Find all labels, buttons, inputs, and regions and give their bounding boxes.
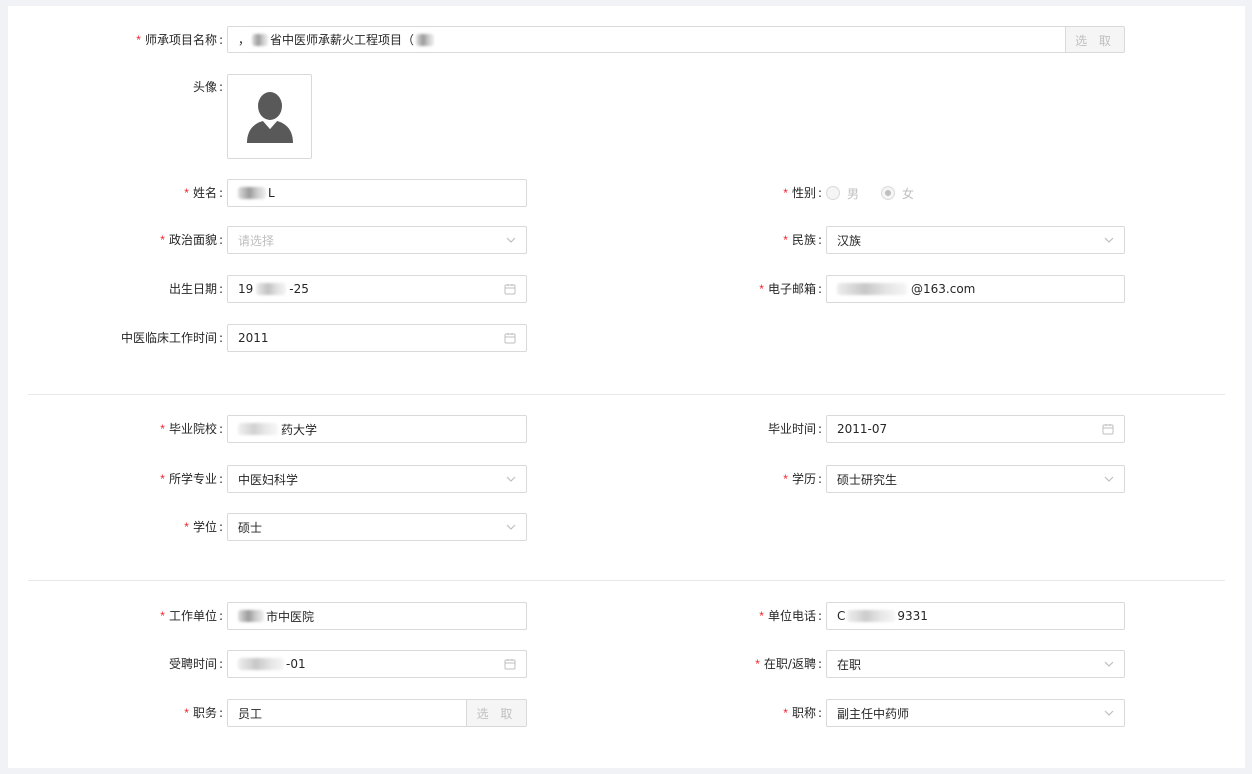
phone-label: * 单位电话: (759, 609, 822, 623)
calendar-icon (504, 283, 516, 295)
grad-time-picker[interactable]: 2011-07 (826, 415, 1125, 443)
project-input[interactable]: ，省中医师承薪火工程项目（ 选 取 (227, 26, 1125, 53)
major-select[interactable]: 中医妇科学 (227, 465, 527, 493)
chevron-down-icon (1104, 476, 1114, 482)
birth-date-picker[interactable]: 19 -25 (227, 275, 527, 303)
radio-female[interactable] (881, 186, 896, 200)
title-select[interactable]: 副主任中药师 (826, 699, 1125, 727)
gender-radio-group: 男 女 (826, 179, 936, 207)
position-input[interactable]: 员工 选 取 (227, 699, 527, 727)
education-label: * 学历: (783, 472, 822, 486)
calendar-icon (504, 332, 516, 344)
school-label: * 毕业院校: (160, 422, 223, 436)
section-divider (28, 580, 1225, 581)
status-label: * 在职/返聘: (755, 657, 822, 671)
gender-option-male[interactable]: 男 (826, 185, 859, 202)
education-select[interactable]: 硕士研究生 (826, 465, 1125, 493)
position-label: * 职务: (184, 706, 223, 720)
clinical-time-picker[interactable]: 2011 (227, 324, 527, 352)
ethnicity-label: * 民族: (783, 233, 822, 247)
phone-input[interactable]: C 9331 (826, 602, 1125, 630)
calendar-icon (1102, 423, 1114, 435)
school-input[interactable]: 药大学 (227, 415, 527, 443)
name-label: * 姓名: (184, 186, 223, 200)
chevron-down-icon (1104, 237, 1114, 243)
chevron-down-icon (506, 476, 516, 482)
hire-date-picker[interactable]: -01 (227, 650, 527, 678)
chevron-down-icon (1104, 661, 1114, 667)
hire-date-label: 受聘时间: (168, 657, 223, 671)
grad-time-label: 毕业时间: (767, 422, 822, 436)
avatar-label: 头像: (192, 80, 223, 94)
degree-label: * 学位: (184, 520, 223, 534)
calendar-icon (504, 658, 516, 670)
avatar-upload[interactable] (227, 74, 312, 159)
employer-input[interactable]: 市中医院 (227, 602, 527, 630)
employer-label: * 工作单位: (160, 609, 223, 623)
gender-option-female[interactable]: 女 (881, 185, 914, 202)
gender-label: * 性别: (783, 186, 822, 200)
name-input[interactable]: L (227, 179, 527, 207)
title-label: * 职称: (783, 706, 822, 720)
email-input[interactable]: @163.com (826, 275, 1125, 303)
political-select[interactable]: 请选择 (227, 226, 527, 254)
position-select-button[interactable]: 选 取 (466, 700, 526, 726)
chevron-down-icon (1104, 710, 1114, 716)
clinical-time-label: 中医临床工作时间: (120, 331, 223, 345)
political-label: * 政治面貌: (160, 233, 223, 247)
section-divider (28, 394, 1225, 395)
email-label: * 电子邮箱: (759, 282, 822, 296)
status-select[interactable]: 在职 (826, 650, 1125, 678)
degree-select[interactable]: 硕士 (227, 513, 527, 541)
form-card: * 师承项目名称: ，省中医师承薪火工程项目（ 选 取 头像: * 姓名: L * 性… (8, 6, 1245, 768)
ethnicity-select[interactable]: 汉族 (826, 226, 1125, 254)
birth-date-label: 出生日期: (168, 282, 223, 296)
project-label: * 师承项目名称: (136, 33, 223, 47)
chevron-down-icon (506, 524, 516, 530)
major-label: * 所学专业: (160, 472, 223, 486)
chevron-down-icon (506, 237, 516, 243)
radio-male[interactable] (826, 186, 840, 200)
project-select-button[interactable]: 选 取 (1065, 27, 1124, 52)
user-avatar-icon (246, 91, 293, 143)
